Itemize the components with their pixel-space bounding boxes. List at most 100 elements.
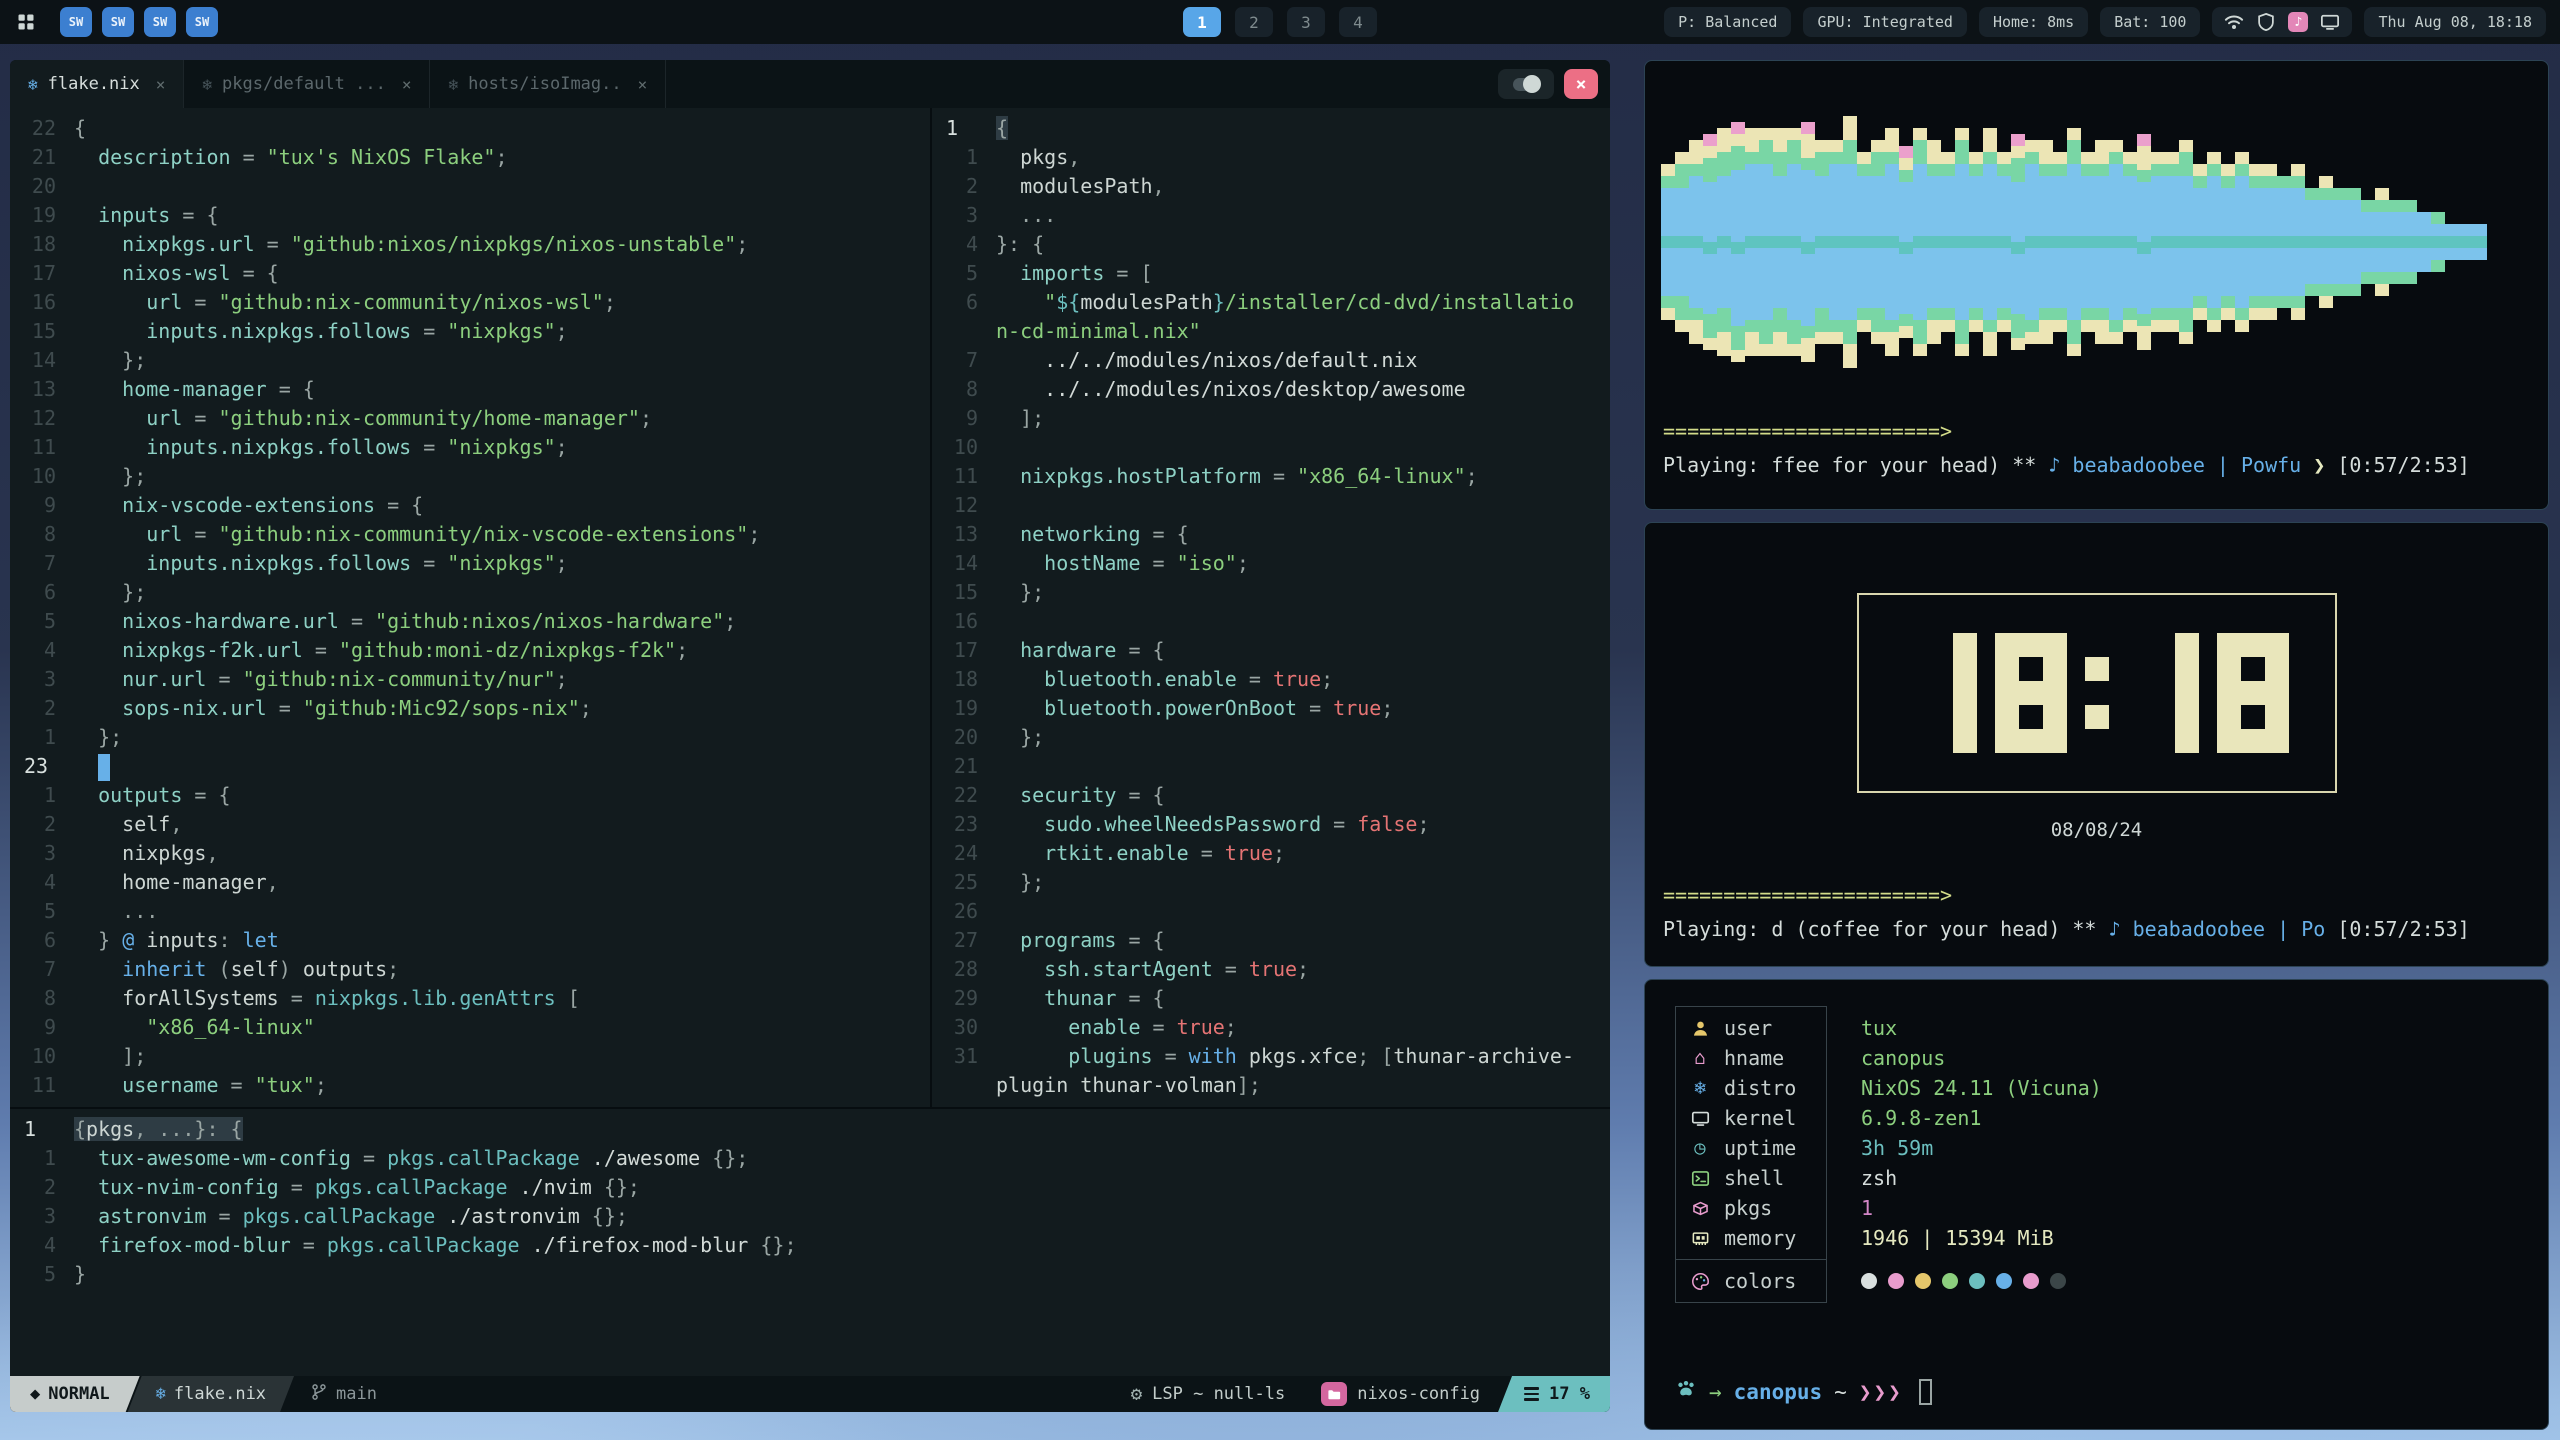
status-pill: Bat: 100 [2100,7,2200,37]
fetch-value-memory: 1946 | 15394 MiB [1861,1223,2102,1253]
clock-pill[interactable]: Thu Aug 08, 18:18 [2364,7,2546,37]
fetch-value-shell: zsh [1861,1163,2102,1193]
code-line: 1 }; [10,723,930,752]
visualizer-panel: =======================> Playing: ffee f… [1644,60,2549,510]
person-icon [1688,1019,1712,1038]
git-branch-name: main [336,1384,377,1404]
tag-2[interactable]: 2 [1235,7,1273,37]
code-line: 16 url = "github:nix-community/nixos-wsl… [10,288,930,317]
clock-digit [2217,633,2289,753]
flake-nix-pane[interactable]: 22{21 description = "tux's NixOS Flake";… [10,108,930,1107]
app-launcher-icon[interactable] [14,10,38,34]
terminal-color-dots [1861,1266,2102,1296]
tab-close-icon[interactable]: × [156,75,166,94]
code-line: 17 nixos-wsl = { [10,259,930,288]
code-line: 1{pkgs, ...}: { [10,1115,1610,1144]
fetch-row-distro: ❄distro [1676,1073,1826,1103]
code-line: 3 ... [932,201,1610,230]
editor-tab[interactable]: ❄flake.nix× [10,60,184,108]
code-line: 9 "x86_64-linux" [10,1013,930,1042]
code-line: 31 plugins = with pkgs.xfce; [thunar-arc… [932,1042,1610,1071]
fetch-value-user: tux [1861,1013,2102,1043]
code-line: 22{ [10,114,930,143]
shell-prompt[interactable]: → canopus ~ ❯❯❯ [1675,1378,1932,1405]
workspace-badge[interactable]: SW [102,7,134,37]
fetch-row-shell: shell [1676,1163,1826,1193]
code-line: 5 imports = [ [932,259,1610,288]
panel-toggle-icon[interactable] [1498,69,1554,99]
status-pill: GPU: Integrated [1803,7,1966,37]
code-line: 2 sops-nix.url = "github:Mic92/sops-nix"… [10,694,930,723]
code-line: 9 nix-vscode-extensions = { [10,491,930,520]
code-line: 13 networking = { [932,520,1610,549]
tag-1[interactable]: 1 [1183,7,1221,37]
code-line: 17 hardware = { [932,636,1610,665]
code-line: 2 self, [10,810,930,839]
workspace-badge[interactable]: SW [60,7,92,37]
code-line: 23 sudo.wheelNeedsPassword = false; [932,810,1610,839]
network-icon[interactable] [2224,12,2244,32]
code-line: 20 }; [932,723,1610,752]
lines-icon [1524,1387,1539,1401]
status-pill: P: Balanced [1664,7,1791,37]
code-line: 27 programs = { [932,926,1610,955]
project-segment: nixos-config [1303,1376,1498,1412]
display-icon[interactable] [2320,12,2340,32]
code-line: 8 forAllSystems = nixpkgs.lib.genAttrs [ [10,984,930,1013]
terminal-cursor [1919,1379,1932,1405]
code-line: 10 ]; [10,1042,930,1071]
code-line: 14 }; [10,346,930,375]
fetch-values: tuxcanopusNixOS 24.11 (Vicuna)6.9.8-zen1… [1861,1013,2102,1296]
pkgs-default-pane[interactable]: 1{pkgs, ...}: {1 tux-awesome-wm-config =… [10,1107,1610,1376]
progress-arrow: =======================> [1663,883,1952,907]
fetch-row-pkgs: pkgs [1676,1193,1826,1223]
tag-4[interactable]: 4 [1339,7,1377,37]
prompt-chevrons: ❯❯❯ [1859,1380,1903,1404]
fetch-value-uptime: 3h 59m [1861,1133,2102,1163]
lsp-segment: ⚙ LSP ~ null-ls [1113,1376,1304,1412]
clock-date: 08/08/24 [1645,819,2548,841]
code-line: 4 firefox-mod-blur = pkgs.callPackage ./… [10,1231,1610,1260]
window-controls: × [1498,60,1610,108]
editor-tab[interactable]: ❄hosts/isoImag..× [430,60,666,108]
window-close-button[interactable]: × [1564,69,1598,99]
neovim-window: ❄flake.nix×❄pkgs/default ...×❄hosts/isoI… [10,60,1610,1412]
fetch-table: user⌂hname❄distrokernel◷uptimeshellpkgsm… [1675,1006,1827,1303]
now-playing-text: Playing: ffee for your head) ** ♪ beabad… [1663,453,2536,477]
code-line: 21 description = "tux's NixOS Flake"; [10,143,930,172]
code-line: 6 } @ inputs: let [10,926,930,955]
monitor-icon [1688,1109,1712,1128]
media-icon[interactable]: ♪ [2288,12,2308,32]
status-pills: P: BalancedGPU: IntegratedHome: 8msBat: … [1664,7,2200,37]
fetch-panel: user⌂hname❄distrokernel◷uptimeshellpkgsm… [1644,979,2549,1430]
code-line: 14 hostName = "iso"; [932,549,1610,578]
fetch-row-memory: memory [1676,1223,1826,1253]
workspace-badge[interactable]: SW [144,7,176,37]
fetch-value-distro: NixOS 24.11 (Vicuna) [1861,1073,2102,1103]
code-line: 6 }; [10,578,930,607]
project-name: nixos-config [1357,1384,1480,1404]
code-line: 26 [932,897,1610,926]
shield-icon[interactable] [2256,12,2276,32]
package-icon [1688,1199,1712,1218]
code-line: 11 username = "tux"; [10,1071,930,1100]
workspace-badge[interactable]: SW [186,7,218,37]
nix-icon: ❄ [156,1384,166,1404]
folder-icon [1321,1382,1347,1406]
lsp-status: LSP ~ null-ls [1152,1384,1285,1404]
iso-config-pane[interactable]: 1{1 pkgs,2 modulesPath,3 ...4}: {5 impor… [932,108,1610,1107]
code-line: 1 tux-awesome-wm-config = pkgs.callPacka… [10,1144,1610,1173]
tab-close-icon[interactable]: × [402,75,412,94]
tab-close-icon[interactable]: × [638,75,648,94]
code-line: 8 ../../modules/nixos/desktop/awesome [932,375,1610,404]
now-playing-text: Playing: d (coffee for your head) ** ♪ b… [1663,917,2536,941]
clock-digit [2127,633,2199,753]
clock-digit [1995,633,2067,753]
code-line: 22 security = { [932,781,1610,810]
house-icon: ⌂ [1688,1047,1712,1069]
tag-3[interactable]: 3 [1287,7,1325,37]
fetch-value-pkgs: 1 [1861,1193,2102,1223]
editor-tab[interactable]: ❄pkgs/default ...× [184,60,430,108]
code-line: plugin thunar-volman]; [932,1071,1610,1100]
code-line: 1 outputs = { [10,781,930,810]
